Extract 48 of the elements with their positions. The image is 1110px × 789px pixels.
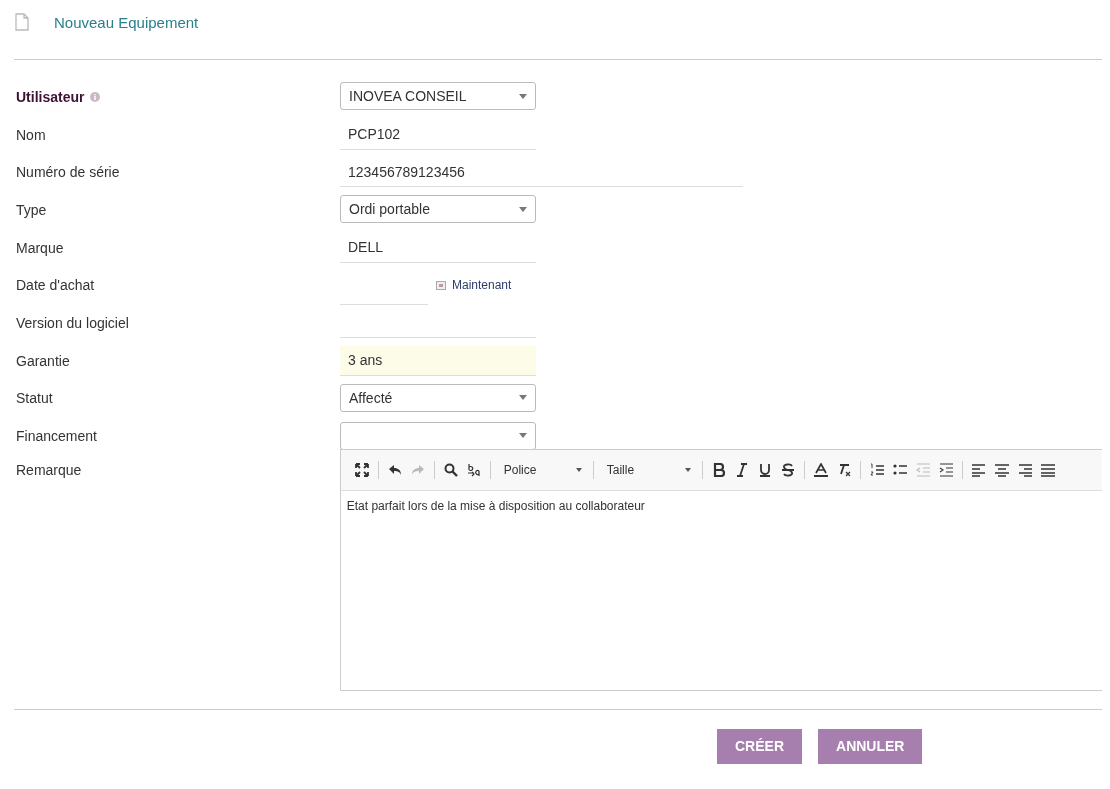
field-label: Financement	[16, 428, 97, 445]
bullet-list-icon[interactable]	[892, 462, 907, 477]
replace-icon[interactable]	[466, 462, 481, 477]
maximize-icon[interactable]	[354, 462, 369, 477]
undo-icon[interactable]	[387, 462, 402, 477]
size-dropdown[interactable]: Taille	[602, 462, 693, 477]
text-field[interactable]: 123456789123456	[340, 157, 743, 188]
field-label: Type	[16, 201, 47, 218]
search-icon[interactable]	[443, 462, 458, 477]
indent-icon[interactable]	[938, 462, 953, 477]
caret-icon	[519, 395, 527, 401]
text-field[interactable]: DELL	[340, 232, 536, 263]
italic-icon[interactable]	[734, 462, 749, 477]
font-dropdown[interactable]: Police	[499, 462, 584, 477]
page-title: Nouveau Equipement	[54, 13, 199, 31]
field-label: Version du logiciel	[16, 314, 129, 331]
field-label: Statut	[16, 390, 53, 407]
align-left-icon[interactable]	[971, 462, 986, 477]
numbered-list-icon[interactable]	[869, 462, 884, 477]
remark-text: Etat parfait lors de la mise à disposition au collaborateur	[346, 498, 646, 513]
strikethrough-icon[interactable]	[780, 462, 795, 477]
field-label: Numéro de série	[16, 164, 120, 181]
align-center-icon[interactable]	[994, 462, 1009, 477]
dropdown[interactable]: Affecté	[340, 383, 536, 412]
caret-icon	[684, 467, 691, 472]
field-label: Marque	[16, 239, 64, 256]
justify-icon[interactable]	[1040, 462, 1055, 477]
document-icon	[15, 13, 29, 31]
caret-icon	[575, 467, 582, 472]
calendar-icon	[436, 280, 446, 290]
text-field[interactable]: 3 ans	[340, 345, 536, 376]
dropdown[interactable]: Ordi portable	[340, 195, 536, 224]
field-label: Date d'achat	[16, 277, 95, 294]
field-label: Utilisateur	[16, 88, 85, 105]
align-right-icon[interactable]	[1017, 462, 1032, 477]
bold-icon[interactable]	[711, 462, 726, 477]
now-link[interactable]: Maintenant	[452, 278, 512, 293]
underline-icon[interactable]	[757, 462, 772, 477]
caret-icon	[519, 433, 527, 439]
text-field[interactable]: PCP102	[340, 119, 536, 150]
text-color-icon[interactable]	[813, 462, 828, 477]
field-label: Nom	[16, 126, 46, 143]
caret-icon	[519, 206, 527, 212]
field-label: Remarque	[16, 461, 82, 478]
field-label: Garantie	[16, 352, 70, 369]
caret-icon	[519, 93, 527, 99]
info-icon	[90, 91, 101, 102]
dropdown[interactable]: INOVEA CONSEIL	[340, 82, 536, 111]
